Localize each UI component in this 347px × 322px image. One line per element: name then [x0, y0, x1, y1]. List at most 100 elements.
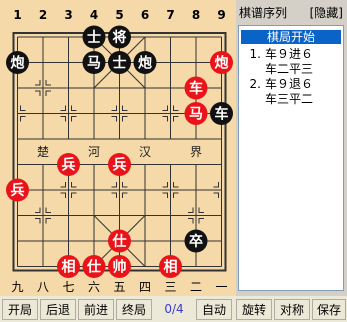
piece-label: 士 — [113, 55, 127, 72]
bottom-file-number: 五 — [113, 280, 125, 294]
bottom-file-number: 九 — [11, 280, 23, 294]
open-button[interactable]: 开局 — [2, 299, 38, 320]
bottom-file-number: 二 — [190, 280, 202, 294]
top-file-number: 6 — [141, 8, 149, 22]
board-panel: 123456789九八七六五四三二一楚河汉界 士将炮马士炮炮车马车兵兵兵仕卒相仕… — [0, 0, 236, 296]
piece-label: 马 — [87, 56, 101, 72]
rotate-button[interactable]: 旋转 — [236, 299, 272, 320]
position-marker — [173, 192, 179, 198]
position-marker — [111, 105, 117, 111]
position-marker — [71, 105, 77, 111]
top-file-number: 1 — [13, 8, 21, 22]
piece-label: 相 — [62, 259, 76, 276]
top-file-number: 5 — [115, 8, 123, 22]
piece-label: 士 — [87, 29, 101, 46]
position-marker — [122, 105, 128, 111]
position-marker — [71, 182, 77, 188]
bottom-file-number: 三 — [164, 280, 176, 294]
piece-red[interactable]: 相 — [159, 255, 182, 278]
position-marker — [45, 218, 51, 224]
piece-black[interactable]: 卒 — [184, 229, 208, 253]
position-marker — [173, 116, 179, 122]
move-row[interactable]: 2. 车９退６ — [239, 77, 343, 92]
piece-red[interactable]: 炮 — [210, 51, 233, 74]
xiangqi-board[interactable]: 1 2 3 4 5 6 7 8 9九八七六五四三二一楚河汉界 士将炮马士炮炮车马 车兵 兵兵仕 卒相仕… — [0, 0, 236, 296]
position-marker — [122, 192, 128, 198]
bottom-file-number: 六 — [88, 280, 100, 294]
piece-black[interactable]: 士 — [82, 25, 106, 49]
position-marker — [198, 218, 204, 224]
piece-red[interactable]: 马 — [184, 102, 208, 125]
position-marker — [71, 192, 77, 198]
move-row[interactable]: 1. 车９进６ — [239, 47, 343, 62]
piece-red[interactable]: 兵 — [108, 153, 131, 176]
position-marker — [162, 192, 168, 198]
position-marker — [162, 116, 168, 122]
position-marker — [173, 182, 179, 188]
piece-black[interactable]: 炮 — [133, 51, 157, 74]
position-marker — [60, 192, 66, 198]
piece-label: 相 — [164, 259, 178, 276]
position-marker — [20, 105, 26, 111]
move-list-panel: 棋谱序列 [隐藏] 棋局开始 1. 车９进６ 车二平三 2. 车９退６ 车三平二 — [236, 0, 347, 296]
bottom-file-number: 四 — [139, 280, 151, 294]
move-number: 2. — [249, 77, 261, 91]
piece-label: 兵 — [62, 157, 76, 174]
mirror-button[interactable]: 对称 — [274, 299, 310, 320]
position-marker — [35, 218, 41, 224]
piece-black[interactable]: 士 — [108, 51, 131, 74]
piece-red[interactable]: 兵 — [6, 178, 29, 202]
position-marker — [213, 192, 219, 198]
position-marker — [71, 116, 77, 122]
piece-label: 兵 — [113, 157, 127, 174]
piece-black[interactable]: 马 — [82, 51, 106, 74]
position-marker — [60, 116, 66, 122]
black-move: 车三平二 — [265, 92, 314, 106]
piece-red[interactable]: 仕 — [108, 229, 131, 253]
piece-label: 炮 — [215, 55, 229, 72]
position-marker — [188, 218, 194, 224]
game-start-row[interactable]: 棋局开始 — [241, 28, 341, 45]
position-marker — [45, 80, 51, 86]
piece-red[interactable]: 仕 — [82, 255, 106, 278]
move-row[interactable]: 车三平二 — [239, 92, 343, 107]
move-list-title: 棋谱序列 — [239, 6, 288, 20]
piece-black[interactable]: 将 — [108, 25, 131, 49]
top-file-number: 8 — [192, 8, 200, 22]
save-button[interactable]: 保存 — [312, 299, 346, 320]
bottom-file-number: 八 — [37, 280, 49, 294]
position-marker — [60, 182, 66, 188]
position-marker — [162, 105, 168, 111]
back-button[interactable]: 后退 — [40, 299, 76, 320]
position-marker — [35, 207, 41, 213]
end-button[interactable]: 终局 — [116, 299, 152, 320]
piece-label: 马 — [189, 107, 203, 123]
position-marker — [213, 182, 219, 188]
piece-black[interactable]: 车 — [210, 102, 233, 125]
river-label: 楚 — [37, 145, 49, 159]
move-row[interactable]: 车二平三 — [239, 62, 343, 77]
bottom-file-number: 七 — [62, 280, 74, 294]
position-marker — [111, 192, 117, 198]
position-marker — [173, 105, 179, 111]
piece-red[interactable]: 帅 — [108, 255, 131, 278]
piece-red[interactable]: 相 — [57, 255, 80, 278]
piece-label: 车 — [189, 80, 203, 97]
piece-red[interactable]: 兵 — [57, 153, 80, 176]
piece-black[interactable]: 炮 — [6, 51, 29, 74]
position-marker — [111, 116, 117, 122]
piece-label: 兵 — [11, 182, 25, 199]
position-marker — [188, 207, 194, 213]
red-move: 车９退６ — [265, 77, 314, 91]
hide-button[interactable]: [隐藏] — [310, 4, 343, 21]
forward-button[interactable]: 前进 — [78, 299, 114, 320]
river-label: 汉 — [139, 145, 151, 159]
move-list[interactable]: 棋局开始 1. 车９进６ 车二平三 2. 车９退６ 车三平二 — [238, 25, 344, 291]
auto-button[interactable]: 自动 — [196, 299, 232, 320]
move-counter: 0/4 — [164, 302, 184, 316]
piece-label: 卒 — [189, 233, 203, 250]
piece-label: 仕 — [112, 233, 127, 250]
top-file-number: 3 — [64, 8, 72, 22]
piece-red[interactable]: 车 — [184, 76, 208, 100]
piece-label: 炮 — [138, 55, 152, 72]
